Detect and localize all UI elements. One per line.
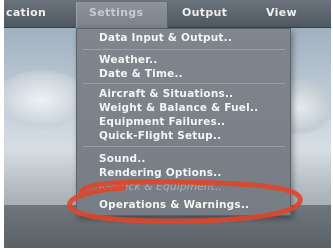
menu-item-joystick-equipment[interactable]: Joystick & Equipment.. <box>99 181 222 193</box>
menu-view[interactable]: View <box>266 6 297 22</box>
menu-item-operations-warnings[interactable]: Operations & Warnings.. <box>99 199 249 211</box>
menu-item-weather[interactable]: Weather.. <box>99 54 158 66</box>
screenshot-frame: cation Settings Output View Data Input &… <box>4 0 331 248</box>
menu-output[interactable]: Output <box>182 6 227 22</box>
settings-dropdown-menu: Data Input & Output.. Weather.. Date & T… <box>76 28 291 216</box>
menu-item-sound[interactable]: Sound.. <box>99 153 146 165</box>
menu-location[interactable]: cation <box>6 6 46 22</box>
menu-bar: cation Settings Output View <box>4 0 331 28</box>
menu-item-aircraft-situations[interactable]: Aircraft & Situations.. <box>99 88 233 100</box>
menu-settings[interactable]: Settings <box>76 2 168 28</box>
menu-item-rendering-options[interactable]: Rendering Options.. <box>99 167 222 179</box>
menu-item-weight-balance-fuel[interactable]: Weight & Balance & Fuel.. <box>99 102 258 114</box>
menu-separator <box>83 146 285 147</box>
menu-item-data-input-output[interactable]: Data Input & Output.. <box>99 32 232 44</box>
menu-separator <box>83 83 285 84</box>
menu-item-date-time[interactable]: Date & Time.. <box>99 68 183 80</box>
menu-separator <box>83 49 285 50</box>
menu-item-quick-flight-setup[interactable]: Quick-Flight Setup.. <box>99 130 221 142</box>
menu-item-equipment-failures[interactable]: Equipment Failures.. <box>99 116 225 128</box>
